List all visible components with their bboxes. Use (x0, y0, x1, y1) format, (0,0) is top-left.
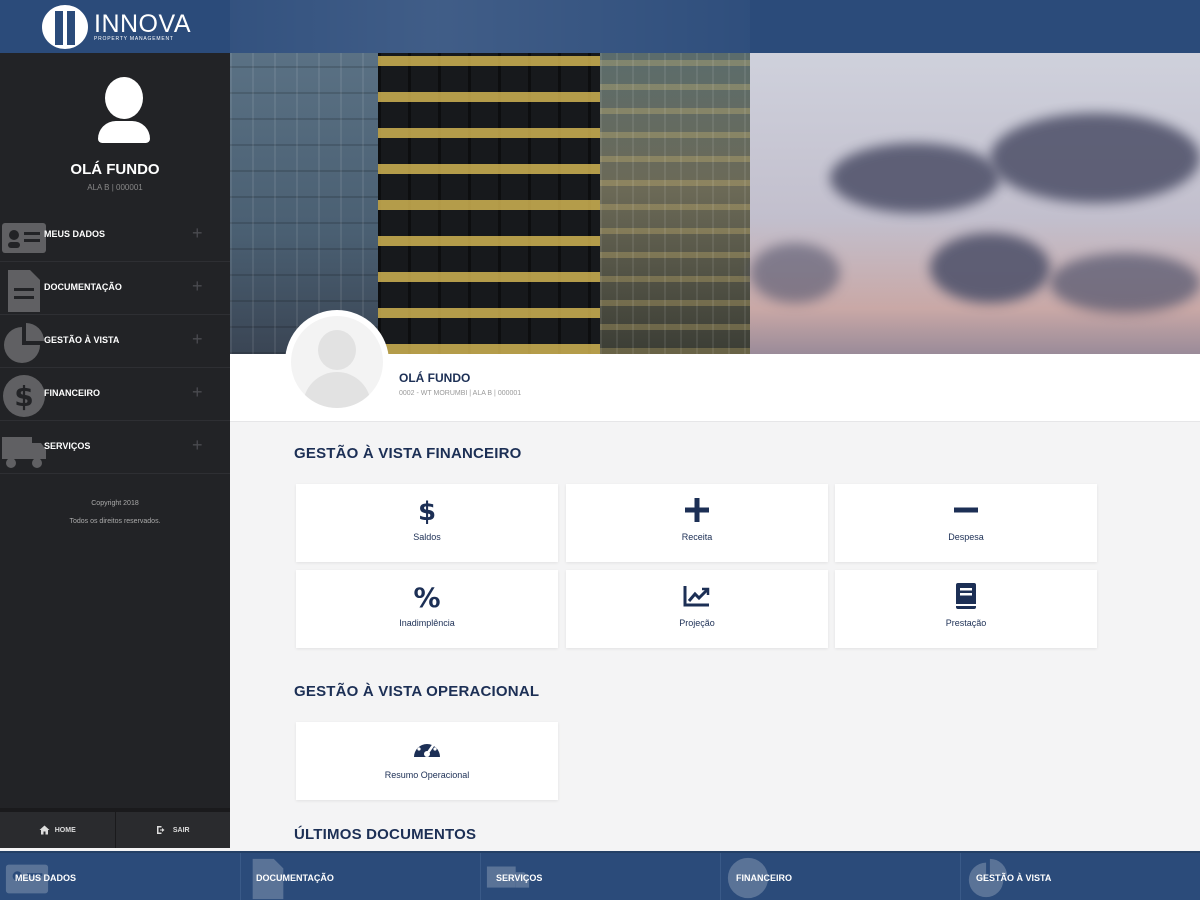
sidebar-user-name: OLÁ FUNDO (70, 161, 160, 178)
card-label: Projeção (679, 618, 715, 628)
brand-name: INNOVA (94, 9, 191, 38)
copyright-line: Todos os direitos reservados. (69, 518, 161, 525)
top-header: INNOVA PROPERTY MANAGEMENT (0, 0, 1200, 53)
book-icon (956, 583, 976, 609)
brand-logo[interactable]: INNOVA PROPERTY MANAGEMENT (42, 5, 191, 49)
logout-label: SAIR (172, 826, 190, 834)
copyright: Copyright 2018 Todos os direitos reserva… (0, 495, 230, 531)
pie-chart-icon (4, 323, 44, 363)
bottom-nav-servicos[interactable]: SERVIÇOS (480, 853, 720, 900)
bottom-nav-meus-dados[interactable]: MEUS DADOS (0, 853, 240, 900)
home-icon (39, 825, 50, 835)
expand-plus-icon[interactable]: + (192, 329, 203, 350)
percent-icon: % (414, 583, 440, 610)
bottom-nav-label: MEUS DADOS (15, 873, 77, 883)
hero-banner-image (230, 53, 1200, 354)
bottom-nav-documentacao[interactable]: DOCUMENTAÇÃO (240, 853, 480, 900)
sidebar-item-financeiro[interactable]: $ FINANCEIRO + (0, 368, 230, 421)
profile-subtitle: 0002 - WT MORUMBI | ALA B | 000001 (399, 390, 522, 397)
copyright-line: Copyright 2018 (91, 500, 139, 507)
minus-icon (954, 507, 978, 513)
bottom-nav-gestao-a-vista[interactable]: GESTÃO À VISTA (960, 853, 1200, 900)
logout-button[interactable]: SAIR (114, 812, 231, 848)
sidebar-item-label: DOCUMENTAÇÃO (44, 282, 122, 292)
section-title-financeiro: GESTÃO À VISTA FINANCEIRO (294, 445, 522, 462)
bottom-nav: MEUS DADOS DOCUMENTAÇÃO SERVIÇOS FINANCE… (0, 851, 1200, 900)
bottom-nav-label: FINANCEIRO (736, 873, 792, 883)
expand-plus-icon[interactable]: + (192, 223, 203, 244)
card-label: Despesa (948, 532, 984, 542)
plus-icon (685, 498, 709, 522)
svg-text:%: % (414, 583, 440, 610)
profile-name: OLÁ FUNDO (399, 371, 471, 385)
logout-icon (156, 826, 165, 834)
card-label: Inadimplência (399, 618, 455, 628)
sidebar: OLÁ FUNDO ALA B | 000001 MEUS DADOS + DO… (0, 53, 230, 848)
sidebar-footer: HOME SAIR (0, 808, 230, 848)
section-title-operacional: GESTÃO À VISTA OPERACIONAL (294, 683, 540, 700)
svg-text:$: $ (14, 380, 33, 413)
bottom-nav-label: SERVIÇOS (496, 873, 543, 883)
logo-mark-icon (42, 5, 88, 49)
sidebar-item-label: GESTÃO À VISTA (44, 335, 120, 345)
trending-chart-icon (683, 586, 710, 607)
id-card-icon (2, 223, 46, 253)
card-label: Saldos (413, 532, 441, 542)
sidebar-avatar (98, 77, 150, 143)
expand-plus-icon[interactable]: + (192, 382, 203, 403)
sidebar-item-label: FINANCEIRO (44, 388, 100, 398)
speedometer-icon (414, 739, 440, 757)
card-projecao[interactable]: Projeção (566, 570, 828, 648)
sidebar-item-label: SERVIÇOS (44, 441, 91, 451)
expand-plus-icon[interactable]: + (192, 276, 203, 297)
svg-text:$: $ (418, 497, 436, 524)
dollar-icon: $ (3, 375, 45, 417)
home-label: HOME (54, 826, 76, 834)
card-resumo-operacional[interactable]: Resumo Operacional (296, 722, 558, 800)
dollar-icon: $ (418, 497, 436, 524)
card-label: Prestação (945, 618, 987, 628)
sidebar-menu: MEUS DADOS + DOCUMENTAÇÃO + GESTÃO À VIS… (0, 209, 230, 474)
sidebar-item-servicos[interactable]: SERVIÇOS + (0, 421, 230, 474)
sidebar-user-sub: ALA B | 000001 (87, 183, 143, 192)
card-label: Resumo Operacional (384, 770, 470, 780)
bottom-nav-label: DOCUMENTAÇÃO (256, 873, 334, 883)
sidebar-item-documentacao[interactable]: DOCUMENTAÇÃO + (0, 262, 230, 315)
card-saldos[interactable]: $ Saldos (296, 484, 558, 562)
header-background (230, 0, 750, 53)
card-prestacao[interactable]: Prestação (835, 570, 1097, 648)
sidebar-item-label: MEUS DADOS (44, 229, 106, 239)
section-title-documentos: ÚLTIMOS DOCUMENTOS (294, 826, 477, 843)
expand-plus-icon[interactable]: + (192, 435, 203, 456)
card-despesa[interactable]: Despesa (835, 484, 1097, 562)
home-button[interactable]: HOME (0, 812, 115, 848)
truck-icon (2, 437, 46, 468)
bottom-nav-label: GESTÃO À VISTA (976, 873, 1052, 883)
card-inadimplencia[interactable]: % Inadimplência (296, 570, 558, 648)
sidebar-item-meus-dados[interactable]: MEUS DADOS + (0, 209, 230, 262)
document-icon (8, 270, 40, 312)
profile-avatar[interactable] (285, 310, 389, 414)
bottom-nav-financeiro[interactable]: FINANCEIRO (720, 853, 960, 900)
sidebar-item-gestao-a-vista[interactable]: GESTÃO À VISTA + (0, 315, 230, 368)
card-receita[interactable]: Receita (566, 484, 828, 562)
card-label: Receita (681, 532, 713, 542)
